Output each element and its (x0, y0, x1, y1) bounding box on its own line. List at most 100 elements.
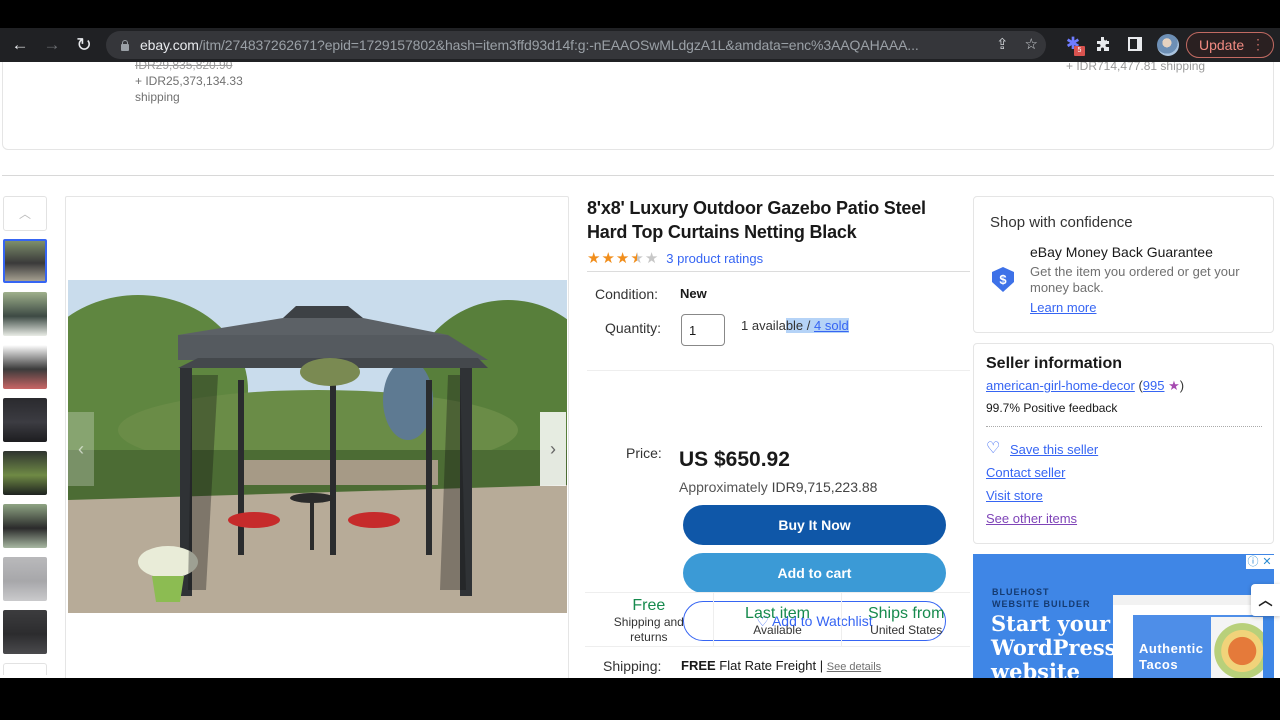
star-empty-icon: ★ (644, 249, 659, 267)
title-divider (587, 271, 970, 272)
seller-star-icon: ★ (1168, 378, 1180, 393)
taco-image (1211, 617, 1263, 678)
thumbnail-gazebo-white-bg[interactable] (3, 345, 47, 389)
thumbnail-mesh-closeup[interactable] (3, 557, 47, 601)
gazebo-illustration (68, 280, 567, 613)
bookmark-star-icon[interactable]: ☆ (1025, 35, 1038, 53)
bluehost-ad[interactable]: ⓘ ✕ BLUEHOST WEBSITE BUILDER Start your … (973, 554, 1274, 678)
quantity-row: Quantity: 1 available / 4 sold (605, 314, 849, 346)
feature-last-item: Last item Available (714, 593, 843, 646)
ad-mock-text: Authentic Tacos (1139, 641, 1204, 672)
star-filled-icon: ★ (587, 249, 601, 267)
rating-stars[interactable]: ★ ★ ★ ★ ★ (587, 251, 658, 266)
product-info: 8'x8' Luxury Outdoor Gazebo Patio Steel … (587, 196, 970, 641)
url-text[interactable]: ebay.com/itm/274837262671?epid=172915780… (140, 37, 980, 53)
extension-badge: 5 (1074, 46, 1085, 56)
ad-brand: BLUEHOST WEBSITE BUILDER (992, 587, 1091, 609)
screen-bottom-bar (0, 678, 1280, 720)
extensions-puzzle-icon[interactable] (1094, 33, 1112, 55)
heart-outline-icon[interactable]: ♡ (986, 441, 1002, 457)
condition-row: Condition: New (595, 286, 707, 302)
star-half-icon: ★ (630, 249, 644, 267)
star-filled-icon: ★ (601, 249, 615, 267)
forward-arrow-icon: → (43, 35, 61, 54)
shop-with-confidence-card: Shop with confidence $ eBay Money Back G… (973, 196, 1274, 333)
price-value: US $650.92 (679, 448, 790, 471)
approx-price: Approximately IDR9,715,223.88 (679, 479, 878, 495)
money-back-text: Get the item you ordered or get your mon… (1030, 264, 1240, 295)
previous-listing-right-shipping: + IDR714,477.81 shipping (1066, 62, 1206, 73)
see-other-items-link[interactable]: See other items (986, 511, 1077, 526)
seller-information-card: Seller information american-girl-home-de… (973, 343, 1274, 544)
gazebo-photo[interactable] (68, 280, 567, 613)
scroll-to-top-button[interactable]: ︿ (1251, 584, 1280, 616)
profile-avatar[interactable] (1157, 34, 1179, 56)
thumbnail-dark-panel[interactable] (3, 610, 47, 654)
browser-toolbar: ← → ↻ ebay.com/itm/274837262671?epid=172… (0, 28, 1280, 62)
ad-close-icon[interactable]: ✕ (1260, 555, 1274, 569)
save-seller-link[interactable]: Save this seller (1010, 442, 1098, 457)
chevron-up-icon: ︿ (18, 207, 31, 221)
screen-top-bar (0, 0, 1280, 28)
contact-seller-link[interactable]: Contact seller (986, 465, 1065, 480)
seller-name-row: american-girl-home-decor (995 ★) (986, 378, 1185, 393)
menu-dots-icon[interactable]: ⋮ (1251, 37, 1265, 51)
thumbnail-netting-detail[interactable] (3, 504, 47, 548)
seller-score-link[interactable]: 995 (1143, 378, 1165, 393)
image-next-button[interactable]: › (540, 412, 566, 486)
shipping-label: Shipping: (603, 658, 662, 674)
see-details-link[interactable]: See details (827, 661, 881, 673)
sold-count-link[interactable]: 4 sold (814, 318, 849, 333)
chevron-left-icon: ‹ (78, 438, 84, 459)
section-divider (2, 175, 1274, 176)
side-panel-icon[interactable] (1128, 37, 1142, 51)
rating-row: ★ ★ ★ ★ ★ 3 product ratings (587, 250, 970, 266)
share-icon[interactable]: ⇪ (996, 35, 1009, 53)
shield-dollar-icon: $ (992, 267, 1014, 292)
add-to-cart-button[interactable]: Add to cart (683, 553, 946, 593)
image-prev-button[interactable]: ‹ (68, 412, 94, 486)
ad-headline: Start your WordPress website (991, 611, 1117, 679)
product-ratings-link[interactable]: 3 product ratings (666, 251, 763, 266)
previous-listing-left-price: IDR29,835,820.90 + IDR25,373,134.33 ship… (135, 62, 243, 104)
main-image-viewer[interactable]: ‹ › (65, 196, 569, 678)
back-button[interactable]: ← (4, 31, 36, 59)
lock-icon (120, 40, 130, 51)
feature-free-shipping: Free Shipping and returns (585, 593, 714, 646)
visit-store-link[interactable]: Visit store (986, 488, 1043, 503)
thumbnail-gazebo-front[interactable] (3, 239, 47, 283)
confidence-title: Shop with confidence (990, 214, 1133, 231)
money-back-heading: eBay Money Back Guarantee (1030, 244, 1213, 260)
ad-info-icon[interactable]: ⓘ (1246, 555, 1260, 569)
reload-button[interactable]: ↻ (68, 31, 100, 59)
buy-it-now-button[interactable]: Buy It Now (683, 505, 946, 545)
thumbnail-scroll-down-button[interactable] (3, 663, 47, 675)
feature-ships-from: Ships from United States (867, 605, 945, 637)
seller-feedback: 99.7% Positive feedback (986, 401, 1118, 415)
learn-more-link[interactable]: Learn more (1030, 300, 1096, 315)
chevron-right-icon: › (550, 438, 556, 459)
update-button[interactable]: Update ⋮ (1186, 32, 1274, 58)
ebay-page: IDR29,835,820.90 + IDR25,373,134.33 ship… (0, 62, 1280, 678)
thumbnail-chandelier-hook[interactable] (3, 451, 47, 495)
ad-website-mockup: Authentic Tacos (1113, 595, 1263, 678)
shipping-value: FREE Flat Rate Freight | See details (681, 658, 882, 673)
thumbnail-strip: ︿ (3, 196, 48, 675)
availability-text: 1 available / 4 sold (741, 318, 849, 333)
address-bar[interactable]: ebay.com/itm/274837262671?epid=172915780… (106, 31, 1046, 59)
forward-button[interactable]: → (36, 31, 68, 59)
thumbnail-roof-panel[interactable] (3, 398, 47, 442)
seller-name-link[interactable]: american-girl-home-decor (986, 378, 1135, 393)
quantity-label: Quantity: (605, 320, 662, 336)
dotted-divider (986, 426, 1262, 427)
shipping-row: Shipping: FREE Flat Rate Freight | See d… (603, 658, 881, 674)
quantity-input[interactable] (681, 314, 725, 346)
thumbnail-gazebo-roof[interactable] (3, 292, 47, 336)
star-filled-icon: ★ (615, 249, 630, 267)
condition-label: Condition: (595, 286, 659, 302)
thumbnail-scroll-up-button[interactable]: ︿ (3, 196, 47, 231)
back-arrow-icon: ← (11, 35, 29, 54)
reload-icon: ↻ (76, 34, 92, 56)
product-title: 8'x8' Luxury Outdoor Gazebo Patio Steel … (587, 198, 926, 242)
condition-value: New (680, 286, 707, 301)
